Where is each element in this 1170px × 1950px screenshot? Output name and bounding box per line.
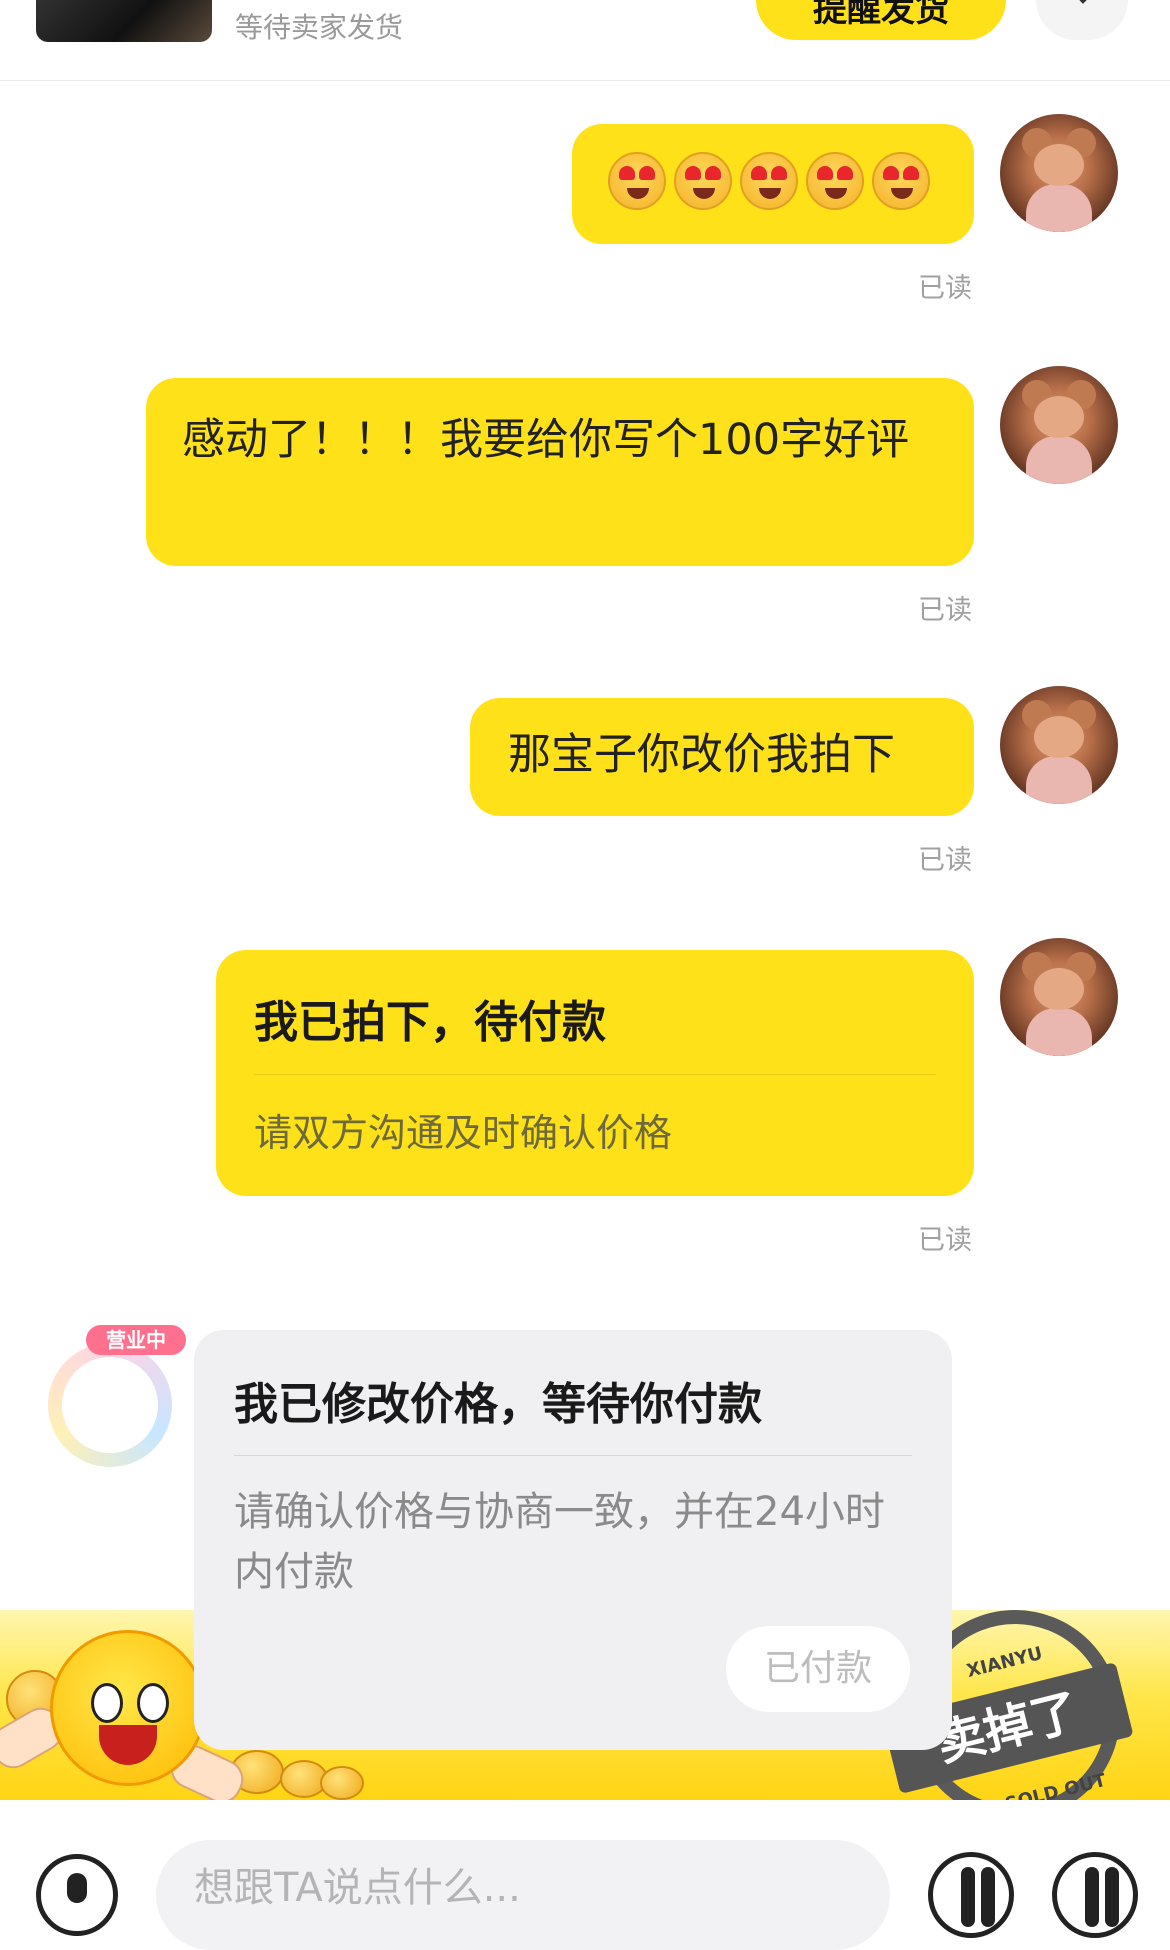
order-status: 等待卖家发货 (235, 11, 404, 44)
card-divider (254, 1074, 936, 1075)
my-avatar[interactable] (1000, 686, 1118, 804)
seller-status-badge: 营业中 (86, 1325, 186, 1355)
remind-ship-button[interactable]: 提醒发货 (756, 0, 1006, 40)
message-bubble-emoji[interactable] (572, 124, 974, 244)
coin-icon (320, 1766, 364, 1800)
order-card-price-changed[interactable]: 我已修改价格，等待你付款 请确认价格与协商一致，并在24小时内付款 已付款 (194, 1330, 952, 1750)
message-text: 那宝子你改价我拍下 (508, 730, 895, 780)
read-receipt: 已读 (918, 1225, 972, 1256)
card-divider (234, 1455, 912, 1456)
heart-eyes-emoji-icon (608, 152, 666, 210)
card-title: 我已拍下，待付款 (254, 997, 606, 1048)
read-receipt: 已读 (918, 845, 972, 876)
heart-eyes-emoji-icon (872, 152, 930, 210)
message-text: 感动了！！！我要给你写个100字好评 (182, 415, 910, 465)
card-title: 我已修改价格，等待你付款 (234, 1379, 762, 1430)
emoji-button[interactable] (928, 1852, 1014, 1938)
heart-eyes-emoji-icon (806, 152, 864, 210)
more-button[interactable] (1036, 0, 1128, 40)
chevron-down-icon (1070, 0, 1096, 4)
order-bar: 等待卖家发货 提醒发货 (0, 0, 1170, 81)
message-input[interactable]: 想跟TA说点什么... (156, 1840, 890, 1950)
my-avatar[interactable] (1000, 938, 1118, 1056)
seller-avatar[interactable]: 营业中 (44, 1325, 186, 1467)
heart-eyes-emoji-icon (740, 152, 798, 210)
more-tools-button[interactable] (1052, 1852, 1138, 1938)
card-subtitle: 请确认价格与协商一致，并在24小时内付款 (234, 1489, 885, 1595)
heart-eyes-emoji-icon (674, 152, 732, 210)
message-bubble-text[interactable]: 感动了！！！我要给你写个100字好评 (146, 378, 974, 566)
read-receipt: 已读 (918, 595, 972, 626)
voice-input-button[interactable] (36, 1854, 118, 1936)
my-avatar[interactable] (1000, 366, 1118, 484)
order-card-placed[interactable]: 我已拍下，待付款 请双方沟通及时确认价格 (216, 950, 974, 1196)
read-receipt: 已读 (918, 273, 972, 304)
paid-button[interactable]: 已付款 (726, 1626, 910, 1712)
input-bar: 想跟TA说点什么... (0, 1800, 1170, 1950)
mascot-icon (50, 1630, 206, 1786)
message-bubble-text[interactable]: 那宝子你改价我拍下 (470, 698, 974, 816)
mic-icon (67, 1873, 87, 1903)
my-avatar[interactable] (1000, 114, 1118, 232)
product-thumbnail[interactable] (36, 0, 212, 42)
card-subtitle: 请双方沟通及时确认价格 (254, 1111, 673, 1155)
